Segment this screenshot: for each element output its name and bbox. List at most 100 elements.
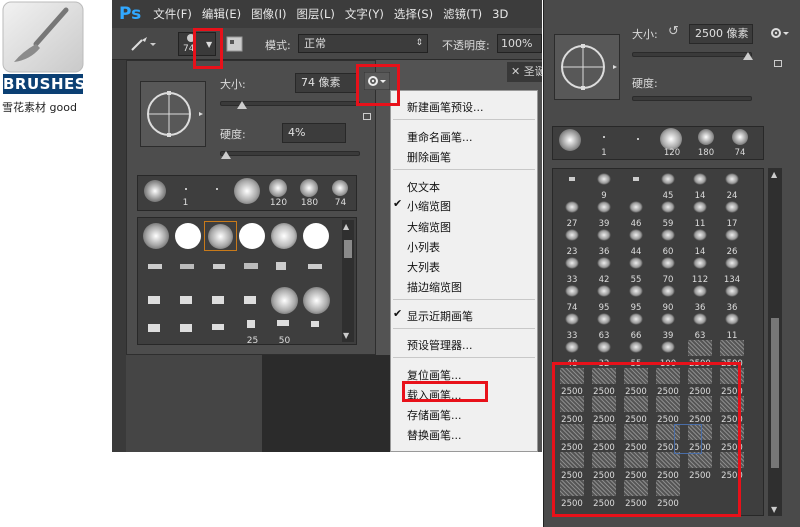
brush-preset[interactable]: 39 xyxy=(653,311,683,341)
brush-preset[interactable]: 42 xyxy=(589,255,619,285)
brush-panel-toggle-icon[interactable] xyxy=(226,35,244,53)
brush-preset[interactable] xyxy=(557,171,587,201)
brush-preset[interactable] xyxy=(140,286,173,316)
brush-preset[interactable]: 11 xyxy=(717,311,747,341)
brush-preset[interactable]: 11 xyxy=(685,199,715,229)
brush-preset[interactable] xyxy=(140,221,173,251)
recent-brush[interactable]: 180 xyxy=(293,178,326,208)
brush-preset[interactable]: 70 xyxy=(653,255,683,285)
brush-preset[interactable]: 66 xyxy=(621,311,651,341)
recent-brush[interactable] xyxy=(138,178,171,208)
brush-preset[interactable]: 59 xyxy=(653,199,683,229)
gear-icon[interactable] xyxy=(364,72,390,90)
brush-preset[interactable]: 60 xyxy=(653,227,683,257)
brush-preset[interactable] xyxy=(172,316,205,346)
brush-grid-scrollbar[interactable]: ▲ ▼ xyxy=(768,168,782,516)
menu-item-replace[interactable]: 替换画笔... xyxy=(407,427,462,443)
scroll-up-icon[interactable]: ▲ xyxy=(771,170,777,179)
menu-3d[interactable]: 3D xyxy=(492,7,508,21)
brush-preset[interactable]: 46 xyxy=(621,199,651,229)
brush-preset[interactable]: 25 xyxy=(236,316,269,346)
new-preset-icon[interactable] xyxy=(774,60,782,67)
brush-preset[interactable]: 134 xyxy=(717,255,747,285)
size-slider-knob[interactable] xyxy=(743,52,754,60)
gear-icon[interactable] xyxy=(770,26,792,40)
brush-preset[interactable]: 45 xyxy=(653,171,683,201)
recent-brush[interactable]: 120 xyxy=(262,178,295,208)
brush-preset[interactable]: 50 xyxy=(268,316,301,346)
brush-preset[interactable] xyxy=(300,221,333,251)
opacity-field[interactable]: 100% xyxy=(497,34,542,53)
brush-preset[interactable]: 24 xyxy=(717,171,747,201)
brush-preset[interactable] xyxy=(236,221,269,251)
brush-preset[interactable] xyxy=(204,316,237,346)
brush-preset[interactable] xyxy=(236,254,269,284)
brush-preset[interactable] xyxy=(204,254,237,284)
recent-brush[interactable]: 74 xyxy=(324,178,357,208)
brush-preset[interactable] xyxy=(300,286,333,316)
brush-preset[interactable] xyxy=(268,221,301,251)
brush-preset[interactable] xyxy=(140,316,173,346)
menu-item-save[interactable]: 存储画笔... xyxy=(407,407,462,423)
hardness-field[interactable]: 4% xyxy=(282,123,346,143)
hardness-slider[interactable] xyxy=(220,151,360,156)
brush-preset[interactable] xyxy=(172,286,205,316)
document-tab[interactable]: ✕ 圣诞海报2.psd @ 1 xyxy=(507,62,542,82)
brush-preset[interactable]: 63 xyxy=(589,311,619,341)
scroll-down-icon[interactable]: ▼ xyxy=(771,505,777,514)
brush-grid-scrollbar[interactable]: ▲ ▼ xyxy=(342,220,354,342)
menu-edit[interactable]: 编辑(E) xyxy=(202,6,241,22)
menu-item-large-thumb[interactable]: 大缩览图 xyxy=(407,219,451,235)
menu-type[interactable]: 文字(Y) xyxy=(345,6,384,22)
new-preset-icon[interactable] xyxy=(363,113,371,120)
brush-preset[interactable]: 27 xyxy=(557,199,587,229)
hardness-slider[interactable] xyxy=(632,96,752,101)
brush-preset[interactable]: 33 xyxy=(557,311,587,341)
brush-preset[interactable]: 74 xyxy=(557,283,587,313)
size-field[interactable]: 2500 像素 xyxy=(689,24,753,44)
brush-preset[interactable]: 17 xyxy=(717,199,747,229)
brush-preset[interactable]: 36 xyxy=(589,227,619,257)
brush-preset[interactable] xyxy=(236,286,269,316)
mode-select[interactable]: 正常 ⇕ xyxy=(298,34,428,53)
tab-close-icon[interactable]: ✕ xyxy=(511,65,524,78)
menu-item-new-preset[interactable]: 新建画笔预设... xyxy=(407,99,484,115)
recent-brush[interactable]: 1 xyxy=(589,128,619,158)
recent-brush[interactable] xyxy=(623,128,653,158)
brush-preset[interactable]: 44 xyxy=(621,227,651,257)
brush-preset-selected[interactable] xyxy=(204,221,237,251)
brush-preset[interactable]: 36 xyxy=(685,283,715,313)
scroll-thumb[interactable] xyxy=(344,240,352,258)
brush-preset[interactable] xyxy=(621,171,651,201)
brush-preset[interactable]: 14 xyxy=(685,227,715,257)
size-slider-knob[interactable] xyxy=(237,101,248,109)
brush-preset[interactable]: 33 xyxy=(557,255,587,285)
brush-tool-icon[interactable] xyxy=(128,35,156,53)
scroll-up-icon[interactable]: ▲ xyxy=(343,222,349,231)
brush-preset[interactable] xyxy=(140,254,173,284)
brush-preset[interactable] xyxy=(172,221,205,251)
brush-preset[interactable]: 23 xyxy=(557,227,587,257)
brush-preset[interactable]: 95 xyxy=(621,283,651,313)
menu-item-recent[interactable]: 显示近期画笔 xyxy=(407,308,473,324)
brush-preset[interactable]: 14 xyxy=(685,171,715,201)
brush-tip-preview[interactable] xyxy=(554,34,620,100)
brush-preset[interactable] xyxy=(300,254,333,284)
menu-item-text-only[interactable]: 仅文本 xyxy=(407,179,440,195)
scroll-thumb[interactable] xyxy=(771,318,779,468)
brush-preset[interactable]: 26 xyxy=(717,227,747,257)
menu-select[interactable]: 选择(S) xyxy=(394,6,433,22)
brush-preset[interactable]: 112 xyxy=(685,255,715,285)
brush-tip-preview[interactable] xyxy=(140,81,206,147)
brush-preset[interactable]: 55 xyxy=(621,255,651,285)
recent-brush[interactable] xyxy=(200,178,233,208)
menu-image[interactable]: 图像(I) xyxy=(251,6,286,22)
brush-preset[interactable]: 90 xyxy=(653,283,683,313)
recent-brush[interactable]: 180 xyxy=(691,128,721,158)
reset-size-icon[interactable]: ↺ xyxy=(668,24,679,39)
recent-brush[interactable]: 120 xyxy=(657,128,687,158)
brush-preset[interactable] xyxy=(268,286,301,316)
brush-preset[interactable]: 36 xyxy=(717,283,747,313)
size-field[interactable]: 74 像素 xyxy=(295,73,359,93)
brush-preset[interactable]: 9 xyxy=(589,171,619,201)
